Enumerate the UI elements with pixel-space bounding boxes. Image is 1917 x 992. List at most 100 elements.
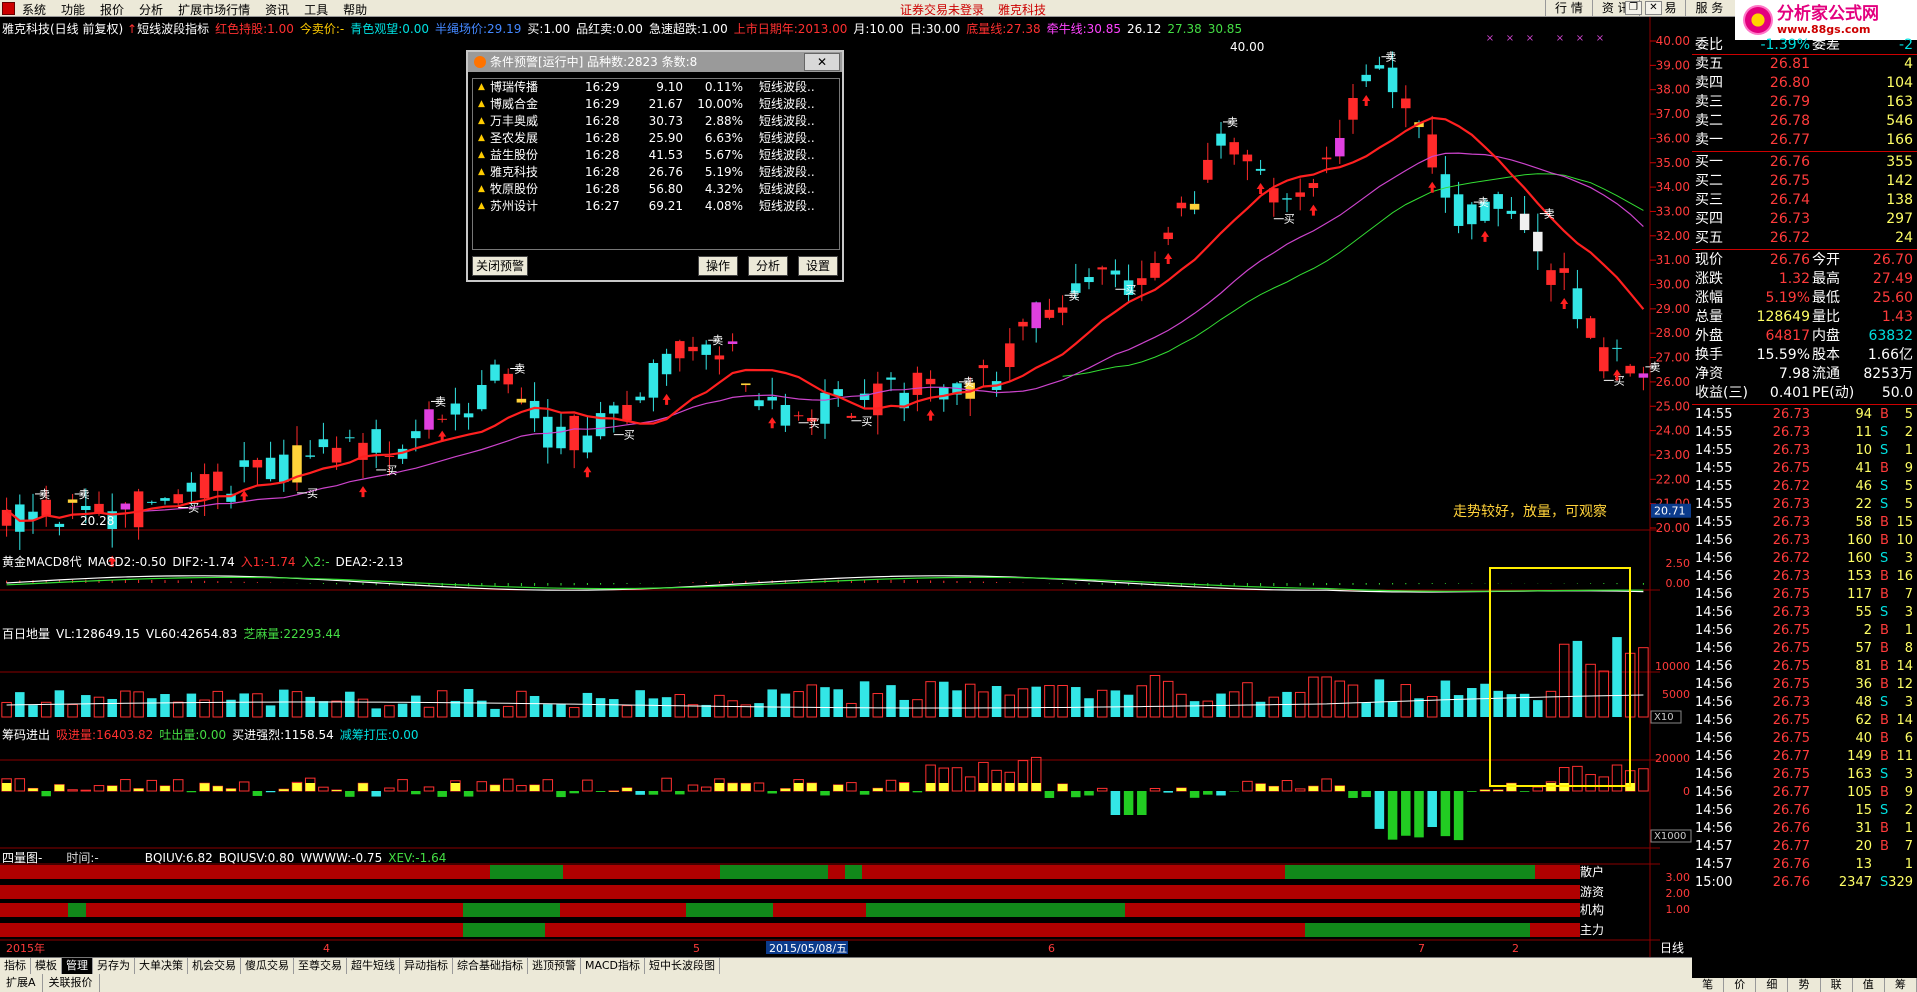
order-book-row[interactable]: 卖三 26.79 163: [1692, 93, 1917, 112]
tick-price: 26.77: [1772, 839, 1810, 854]
menu-item-4[interactable]: 扩展市场行情: [178, 1, 250, 18]
quote-tab-0[interactable]: 笔: [1692, 978, 1725, 992]
quote-tab-6[interactable]: 筹: [1885, 978, 1917, 992]
indicator-name[interactable]: 短线波段指标: [137, 22, 209, 36]
tick-price: 26.73: [1772, 407, 1810, 422]
analyze-button[interactable]: 分析: [748, 256, 788, 276]
chip-bar: [411, 791, 421, 795]
quote-panel: 委比 -1.39% 委差 -2 卖五 26.81 4 卖四 26.80 104 卖三 26.79 163…: [1692, 37, 1917, 980]
stat-row: 涨跌 1.32 最高 27.49: [1692, 270, 1917, 289]
mode-tab-0[interactable]: 行 情: [1545, 0, 1592, 16]
quote-tab-2[interactable]: 细: [1756, 978, 1789, 992]
alert-row[interactable]: ▲ 益生股份 16:28 41.53 5.67% 短线波段..: [473, 147, 839, 164]
alert-name: 雅克科技: [490, 165, 539, 179]
chip-bar-inner: [1005, 783, 1015, 791]
alert-time: 16:28: [585, 114, 620, 128]
level-price: 26.75: [1769, 173, 1810, 189]
menu-item-3[interactable]: 分析: [139, 1, 163, 18]
indicator-tab-4[interactable]: 大单决策: [135, 958, 188, 974]
indicator-tab-1[interactable]: 模板: [31, 958, 62, 974]
menu-item-7[interactable]: 帮助: [343, 1, 367, 18]
menu-item-6[interactable]: 工具: [304, 1, 328, 18]
volume-bar: [67, 704, 78, 718]
volume-bar: [1453, 695, 1464, 717]
alert-close-button[interactable]: ✕: [804, 53, 840, 71]
mode-tab-3[interactable]: 服 务: [1685, 0, 1732, 16]
alert-row[interactable]: ▲ 苏州设计 16:27 69.21 4.08% 短线波段..: [473, 198, 839, 215]
tick-row: 14:56 26.77 149 B 11: [1692, 748, 1917, 766]
chip-bar-inner: [899, 783, 909, 791]
chip-bar: [687, 784, 699, 792]
price-axis-label: 33.00: [1656, 204, 1690, 218]
level-label: 买三: [1695, 192, 1723, 208]
candle-body: [741, 383, 751, 386]
diff-value: -2: [1899, 37, 1913, 53]
indicator-tab-11[interactable]: 逃顶预警: [528, 958, 581, 974]
marker-icon: ×: [1556, 33, 1564, 44]
order-book-row[interactable]: 买五 26.72 24: [1692, 229, 1917, 248]
price-axis-label: 36.00: [1656, 131, 1690, 145]
order-book-row[interactable]: 买二 26.75 142: [1692, 172, 1917, 191]
alert-row[interactable]: ▲ 圣农发展 16:28 25.90 6.63% 短线波段..: [473, 130, 839, 147]
order-book-row[interactable]: 买三 26.74 138: [1692, 191, 1917, 210]
tick-row: 14:56 26.75 40 B 6: [1692, 730, 1917, 748]
candle-body: [1031, 302, 1041, 329]
order-book-row[interactable]: 卖一 26.77 166: [1692, 131, 1917, 150]
header-item: DIF2:-1.74: [172, 555, 234, 569]
tick-row: 14:55 26.75 41 B 9: [1692, 460, 1917, 478]
order-book-row[interactable]: 卖五 26.81 4: [1692, 55, 1917, 74]
menu-item-0[interactable]: 系统: [22, 1, 46, 18]
status-item-0[interactable]: 扩展A: [0, 974, 43, 992]
menu-item-5[interactable]: 资讯: [265, 1, 289, 18]
chart-area[interactable]: 40.0039.0038.0037.0036.0035.0034.0033.00…: [0, 17, 1692, 957]
app-icon[interactable]: [2, 2, 15, 15]
alert-row[interactable]: ▲ 雅克科技 16:28 26.76 5.19% 短线波段..: [473, 164, 839, 181]
order-book-row[interactable]: 卖四 26.80 104: [1692, 74, 1917, 93]
indicator-tab-13[interactable]: 短中长波段图: [645, 958, 720, 974]
indicator-tab-3[interactable]: 另存为: [93, 958, 135, 974]
indicator-tab-7[interactable]: 至尊交易: [294, 958, 347, 974]
restore-window-button[interactable]: ❐: [1625, 1, 1642, 15]
alert-row[interactable]: ▲ 万丰奥威 16:28 30.73 2.88% 短线波段..: [473, 113, 839, 130]
quote-tab-4[interactable]: 联: [1821, 978, 1853, 992]
close-alert-button[interactable]: 关闭预警: [472, 256, 528, 276]
condition-alert-window[interactable]: 条件预警[运行中] 品种数:2823 条数:8 ✕ ▲ 博瑞传播 16:29 9.10…: [466, 50, 844, 282]
tick-side: S: [1880, 479, 1889, 494]
alert-price: 30.73: [648, 114, 683, 128]
order-book-row[interactable]: 买一 26.76 355: [1692, 153, 1917, 172]
chip-bar: [1598, 776, 1610, 792]
quote-tab-3[interactable]: 势: [1788, 978, 1821, 992]
alert-row[interactable]: ▲ 牧原股份 16:28 56.80 4.32% 短线波段..: [473, 181, 839, 198]
status-item-1[interactable]: 关联报价: [43, 974, 100, 992]
indicator-tab-10[interactable]: 综合基础指标: [453, 958, 528, 974]
close-window-icon[interactable]: ✕: [1645, 1, 1662, 15]
indicator-tab-12[interactable]: MACD指标: [581, 958, 645, 974]
alert-row[interactable]: ▲ 博威合金 16:29 21.67 10.00% 短线波段..: [473, 96, 839, 113]
order-book-row[interactable]: 买四 26.73 297: [1692, 210, 1917, 229]
candle-body: [754, 400, 764, 407]
candle-body: [345, 437, 355, 439]
stat-row: 外盘 64817 内盘 63832: [1692, 327, 1917, 346]
header-item: VL60:42654.83: [146, 627, 237, 641]
menu-item-2[interactable]: 报价: [100, 1, 124, 18]
up-arrow-icon: [768, 417, 777, 429]
alert-row[interactable]: ▲ 博瑞传播 16:29 9.10 0.11% 短线波段..: [473, 79, 839, 96]
indicator-tab-9[interactable]: 异动指标: [400, 958, 453, 974]
settings-button[interactable]: 设置: [798, 256, 838, 276]
indicator-tab-8[interactable]: 超牛短线: [347, 958, 400, 974]
tick-volume: 149: [1847, 749, 1872, 764]
alert-list[interactable]: ▲ 博瑞传播 16:29 9.10 0.11% 短线波段.. ▲ 博威合金 16:29 21.67…: [472, 78, 840, 250]
indicator-tab-0[interactable]: 指标: [0, 958, 31, 974]
operate-button[interactable]: 操作: [698, 256, 738, 276]
alert-title-bar[interactable]: 条件预警[运行中] 品种数:2823 条数:8: [468, 52, 842, 72]
quote-tab-5[interactable]: 值: [1853, 978, 1885, 992]
quote-tab-1[interactable]: 价: [1724, 978, 1757, 992]
chip-bar: [648, 791, 659, 795]
order-book-row[interactable]: 卖二 26.78 546: [1692, 112, 1917, 131]
header-item-label: 减筹打压:: [339, 728, 392, 742]
menu-item-1[interactable]: 功能: [61, 1, 85, 18]
indicator-tab-2[interactable]: 管理: [62, 958, 93, 974]
indicator-tab-5[interactable]: 机会交易: [188, 958, 241, 974]
indicator-tab-6[interactable]: 傻瓜交易: [241, 958, 294, 974]
header-item: 急速超跌:1.00: [649, 22, 728, 36]
